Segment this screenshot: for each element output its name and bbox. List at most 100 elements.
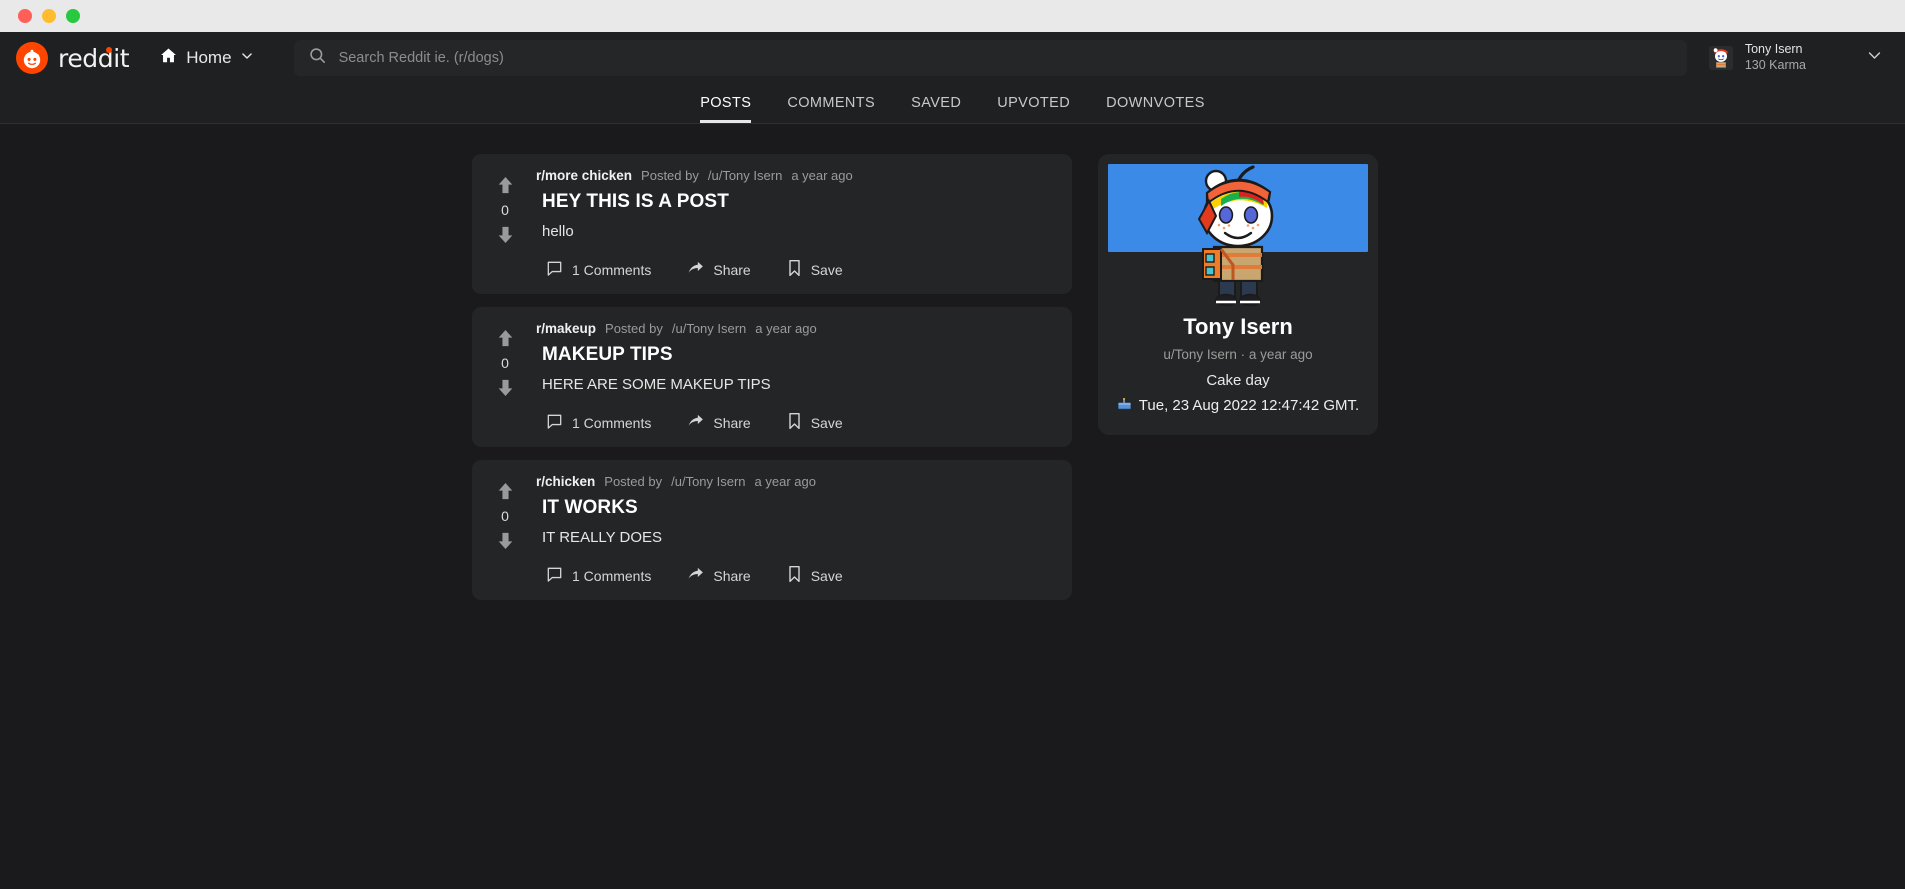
post-actions: 1 Comments Share Save (546, 394, 1056, 433)
tab-downvotes[interactable]: DOWNVOTES (1106, 95, 1205, 123)
post-age: a year ago (791, 168, 853, 183)
profile-avatar-snoo (1183, 161, 1293, 307)
profile-tabs: POSTS COMMENTS SAVED UPVOTED DOWNVOTES (0, 84, 1905, 124)
search-icon (308, 46, 327, 70)
home-icon (159, 46, 178, 70)
tab-saved[interactable]: SAVED (911, 95, 961, 123)
bookmark-icon (787, 259, 802, 280)
post-body-text: hello (542, 223, 574, 240)
upvote-button[interactable] (497, 482, 514, 501)
tab-upvoted[interactable]: UPVOTED (997, 95, 1070, 123)
vote-score: 0 (501, 508, 509, 524)
vote-column: 0 (484, 168, 526, 280)
vote-column: 0 (484, 474, 526, 586)
window-maximize-button[interactable] (66, 9, 80, 23)
cakeday-row: Tue, 23 Aug 2022 12:47:42 GMT. (1108, 396, 1368, 415)
reddit-snoo-icon (16, 42, 48, 74)
chevron-down-icon[interactable] (1866, 47, 1883, 69)
post-title[interactable]: HEY THIS IS A POST (542, 191, 1056, 213)
comment-icon (546, 260, 563, 280)
save-label: Save (810, 567, 843, 584)
share-button[interactable]: Share (687, 260, 751, 280)
reddit-wordmark: reddit (58, 43, 130, 73)
reddit-wordmark-dot (106, 46, 112, 53)
post-feed: 0 r/more chicken Posted by /u/Tony Isern… (472, 154, 1072, 600)
post-actions: 1 Comments Share Save (546, 241, 1056, 280)
bookmark-icon (787, 565, 802, 586)
post-card[interactable]: 0 r/more chicken Posted by /u/Tony Isern… (472, 154, 1072, 294)
comments-button[interactable]: 1 Comments (546, 566, 651, 586)
subreddit-link[interactable]: r/more chicken (536, 168, 632, 183)
upvote-button[interactable] (497, 329, 514, 348)
profile-banner (1108, 164, 1368, 307)
share-label: Share (713, 414, 751, 431)
post-age: a year ago (754, 474, 816, 489)
comments-label: 1 Comments (572, 414, 652, 431)
subreddit-link[interactable]: r/makeup (536, 321, 596, 336)
post-author-link[interactable]: /u/Tony Isern (708, 168, 782, 183)
profile-card: Tony Isern u/Tony Isern · a year ago Cak… (1098, 154, 1378, 435)
comment-icon (546, 566, 563, 586)
share-label: Share (713, 261, 751, 278)
tab-comments[interactable]: COMMENTS (787, 95, 875, 123)
chevron-down-icon (240, 49, 254, 68)
downvote-button[interactable] (497, 225, 514, 244)
comment-icon (546, 413, 563, 433)
reddit-logo[interactable]: reddit (16, 42, 130, 74)
post-body-text: HERE ARE SOME MAKEUP TIPS (542, 376, 771, 393)
top-navbar: reddit Home Search Reddit ie. (r/dogs) T… (0, 32, 1905, 84)
tab-posts[interactable]: POSTS (700, 95, 752, 123)
post-meta: r/chicken Posted by /u/Tony Isern a year… (536, 474, 1056, 489)
user-name: Tony Isern (1744, 42, 1803, 57)
save-button[interactable]: Save (787, 565, 843, 586)
post-title[interactable]: IT WORKS (542, 497, 1056, 519)
comments-button[interactable]: 1 Comments (546, 413, 651, 433)
window-titlebar (0, 0, 1905, 32)
post-title[interactable]: MAKEUP TIPS (542, 344, 1056, 366)
user-menu[interactable]: Tony Isern 130 Karma (1691, 42, 1883, 73)
post-card[interactable]: 0 r/chicken Posted by /u/Tony Isern a ye… (472, 460, 1072, 600)
post-meta: r/more chicken Posted by /u/Tony Isern a… (536, 168, 1056, 183)
posted-by-label: Posted by (641, 168, 699, 183)
share-button[interactable]: Share (687, 566, 751, 586)
post-author-link[interactable]: /u/Tony Isern (672, 321, 746, 336)
share-button[interactable]: Share (687, 413, 751, 433)
downvote-button[interactable] (497, 378, 514, 397)
save-button[interactable]: Save (787, 259, 843, 280)
post-actions: 1 Comments Share Save (546, 547, 1056, 586)
share-icon (687, 260, 704, 280)
upvote-button[interactable] (497, 176, 514, 195)
subreddit-link[interactable]: r/chicken (536, 474, 595, 489)
share-label: Share (713, 567, 751, 584)
post-meta: r/makeup Posted by /u/Tony Isern a year … (536, 321, 1056, 336)
cakeday-label: Cake day (1206, 372, 1270, 389)
window-close-button[interactable] (18, 9, 32, 23)
save-label: Save (810, 414, 843, 431)
downvote-button[interactable] (497, 531, 514, 550)
share-icon (687, 413, 704, 433)
search-bar[interactable] (293, 40, 1687, 76)
home-label: Home (186, 48, 232, 67)
bookmark-icon (787, 412, 802, 433)
post-card[interactable]: 0 r/makeup Posted by /u/Tony Isern a yea… (472, 307, 1072, 447)
window-minimize-button[interactable] (42, 9, 56, 23)
save-button[interactable]: Save (787, 412, 843, 433)
comments-label: 1 Comments (572, 567, 652, 584)
vote-column: 0 (484, 321, 526, 433)
cakeday-date: Tue, 23 Aug 2022 12:47:42 GMT. (1138, 397, 1360, 414)
comments-button[interactable]: 1 Comments (546, 260, 651, 280)
share-icon (687, 566, 704, 586)
post-author-link[interactable]: /u/Tony Isern (671, 474, 745, 489)
cake-icon (1117, 396, 1132, 415)
home-dropdown[interactable]: Home (159, 46, 253, 70)
user-karma: 130 Karma (1744, 58, 1806, 72)
search-input[interactable] (338, 50, 1673, 66)
vote-score: 0 (501, 202, 509, 218)
vote-score: 0 (501, 355, 509, 371)
posted-by-label: Posted by (605, 321, 663, 336)
profile-name: Tony Isern (1183, 314, 1293, 339)
save-label: Save (810, 261, 843, 278)
posted-by-label: Posted by (604, 474, 663, 489)
profile-handle: u/Tony Isern · a year ago (1163, 347, 1313, 362)
main-content: 0 r/more chicken Posted by /u/Tony Isern… (0, 124, 1905, 600)
